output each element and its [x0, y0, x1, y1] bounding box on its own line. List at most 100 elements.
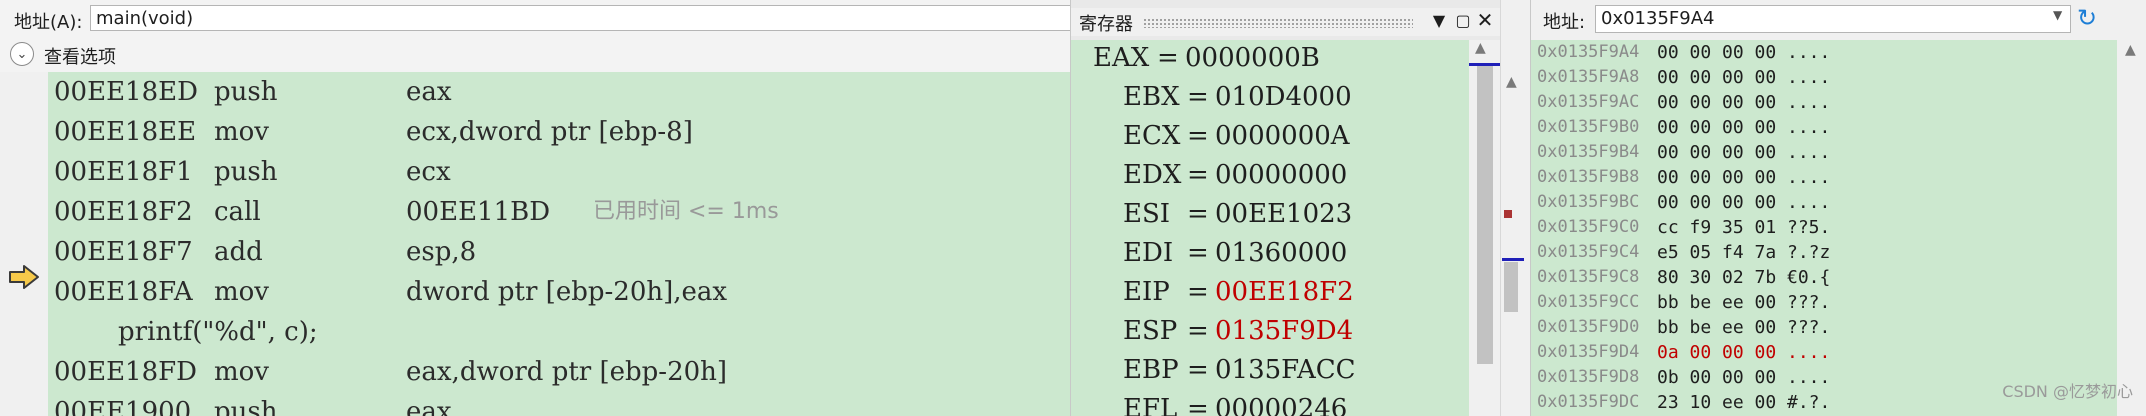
memory-address: 0x0135F9C8	[1537, 267, 1640, 287]
memory-bytes[interactable]: cc f9 35 01	[1657, 215, 1776, 240]
memory-address: 0x0135F9AC	[1537, 92, 1640, 112]
instruction-mnemonic: mov	[214, 117, 269, 147]
register-value[interactable]: 01360000	[1215, 233, 1347, 273]
drag-grip[interactable]	[1143, 18, 1413, 28]
memory-address: 0x0135F9D0	[1537, 317, 1640, 337]
address-label: 地址(A):	[14, 12, 83, 33]
memory-bytes[interactable]: 23 10 ee 00	[1657, 390, 1776, 415]
memory-ascii: ???.	[1787, 317, 1831, 338]
memory-ascii: ....	[1787, 167, 1831, 188]
memory-address-input[interactable]: 0x0135F9A4	[1595, 5, 2071, 33]
memory-ascii: ....	[1787, 67, 1831, 88]
view-options-label[interactable]: 查看选项	[44, 43, 116, 69]
watermark: CSDN @忆梦初心	[2002, 382, 2133, 401]
instruction-address: 00EE1900	[54, 397, 192, 416]
scroll-marker	[1469, 63, 1501, 66]
register-name: EFL	[1123, 394, 1178, 416]
memory-grid[interactable]: 0x0135F9A4 00 00 00 00.... 0x0135F9A8 00 00…	[1531, 40, 2117, 416]
memory-bytes[interactable]: 00 00 00 00	[1657, 190, 1776, 215]
maximize-icon[interactable]: ▢	[1453, 11, 1473, 30]
instruction-mnemonic: push	[214, 77, 278, 107]
memory-bytes[interactable]: 00 00 00 00	[1657, 65, 1776, 90]
equals-sign: =	[1187, 82, 1209, 112]
elapsed-time-hint: 已用时间 <= 1ms	[593, 199, 779, 224]
register-name: ESI	[1123, 199, 1171, 229]
instruction-operands: dword ptr [ebp-20h],eax	[406, 277, 728, 307]
memory-scrollbar[interactable]: ▲	[2117, 40, 2146, 416]
registers-title: 寄存器	[1079, 14, 1133, 35]
chevron-down-icon[interactable]: ⌄	[10, 42, 34, 66]
memory-ascii: ?.?z	[1787, 242, 1831, 263]
register-value[interactable]: 0135FACC	[1215, 350, 1356, 390]
instruction-operands: 00EE11BD	[406, 197, 551, 227]
memory-address: 0x0135F9DC	[1537, 392, 1640, 412]
instruction-operands: eax	[406, 77, 452, 107]
memory-address: 0x0135F9A8	[1537, 67, 1640, 87]
refresh-icon[interactable]: ↻	[2077, 4, 2097, 32]
close-icon[interactable]: ✕	[1475, 8, 1495, 32]
register-value[interactable]: 0000000A	[1215, 116, 1350, 156]
memory-bytes[interactable]: 00 00 00 00	[1657, 165, 1776, 190]
memory-ascii: ??5.	[1787, 217, 1831, 238]
memory-bytes[interactable]: 0b 00 00 00	[1657, 365, 1776, 390]
memory-address: 0x0135F9B8	[1537, 167, 1640, 187]
breakpoint-gutter[interactable]	[0, 72, 49, 416]
instruction-address: 00EE18EE	[54, 117, 197, 147]
equals-sign: =	[1187, 238, 1209, 268]
register-name: EDI	[1123, 238, 1174, 268]
memory-bytes[interactable]: bb be ee 00	[1657, 315, 1776, 340]
memory-ascii: ....	[1787, 342, 1831, 363]
memory-bytes[interactable]: 0a 00 00 00	[1657, 340, 1776, 365]
memory-address: 0x0135F9D8	[1537, 367, 1640, 387]
instruction-mnemonic: mov	[214, 357, 269, 387]
register-value[interactable]: 0000000B	[1185, 38, 1320, 78]
scrollbar-thumb[interactable]	[1477, 64, 1493, 364]
registers-titlebar[interactable]: 寄存器 ▼ ▢ ✕	[1071, 8, 1501, 36]
register-name: EAX	[1093, 43, 1150, 73]
disassembly-code[interactable]: 00EE18ED push eax 00EE18EE mov ecx,dword ptr …	[48, 72, 1070, 416]
scroll-up-icon[interactable]: ▲	[2125, 42, 2136, 58]
register-value[interactable]: 00EE18F2	[1215, 272, 1354, 312]
pane-splitter-scrollbar[interactable]	[1500, 0, 1531, 416]
instruction-operands: esp,8	[406, 237, 477, 267]
memory-bytes[interactable]: e5 05 f4 7a	[1657, 240, 1776, 265]
scroll-up-icon[interactable]: ▲	[1506, 74, 1517, 90]
instruction-address: 00EE18ED	[54, 77, 198, 107]
memory-address: 0x0135F9CC	[1537, 292, 1640, 312]
register-value[interactable]: 010D4000	[1215, 77, 1352, 117]
scrollbar-thumb[interactable]	[1504, 262, 1518, 312]
scroll-up-icon[interactable]: ▲	[1475, 40, 1486, 56]
instruction-mnemonic: call	[214, 197, 261, 227]
memory-bytes[interactable]: 00 00 00 00	[1657, 140, 1776, 165]
dropdown-triangle-icon[interactable]: ▼	[1429, 11, 1449, 30]
memory-bytes[interactable]: 00 00 00 00	[1657, 40, 1776, 65]
registers-scrollbar[interactable]: ▲	[1469, 40, 1501, 416]
memory-address: 0x0135F9B4	[1537, 142, 1640, 162]
registers-list[interactable]: EAX = 0000000B EBX = 010D4000 ECX = 0000000A EDX =…	[1071, 40, 1469, 416]
instruction-address: 00EE18F1	[54, 157, 193, 187]
memory-bytes[interactable]: 00 00 00 00	[1657, 115, 1776, 140]
memory-bytes[interactable]: 80 30 02 7b	[1657, 265, 1776, 290]
register-value[interactable]: 00000246	[1215, 389, 1347, 416]
instruction-mnemonic: add	[214, 237, 263, 267]
equals-sign: =	[1187, 160, 1209, 190]
register-name: EBP	[1123, 355, 1179, 385]
register-value[interactable]: 00000000	[1215, 155, 1347, 195]
memory-address: 0x0135F9A4	[1537, 42, 1640, 62]
disassembly-pane: 地址(A): main(void) ⌄ 查看选项 00EE18ED push eax…	[0, 0, 1070, 416]
register-name: ECX	[1123, 121, 1181, 151]
register-name: ESP	[1123, 316, 1178, 346]
memory-bytes[interactable]: bb be ee 00	[1657, 290, 1776, 315]
memory-bytes[interactable]: 00 00 00 00	[1657, 90, 1776, 115]
register-name: EBX	[1123, 82, 1180, 112]
memory-ascii: ....	[1787, 42, 1831, 63]
chevron-down-icon[interactable]: ▼	[2053, 8, 2062, 22]
register-value[interactable]: 0135F9D4	[1215, 311, 1353, 351]
register-value[interactable]: 00EE1023	[1215, 194, 1352, 234]
equals-sign: =	[1157, 43, 1179, 73]
register-name: EDX	[1123, 160, 1182, 190]
instruction-operands: eax,dword ptr [ebp-20h]	[406, 357, 728, 387]
registers-pane: 寄存器 ▼ ▢ ✕ EAX = 0000000B EBX = 010D4000 ECX = 00…	[1070, 0, 1501, 416]
equals-sign: =	[1187, 277, 1209, 307]
address-input[interactable]: main(void)	[90, 5, 1070, 31]
